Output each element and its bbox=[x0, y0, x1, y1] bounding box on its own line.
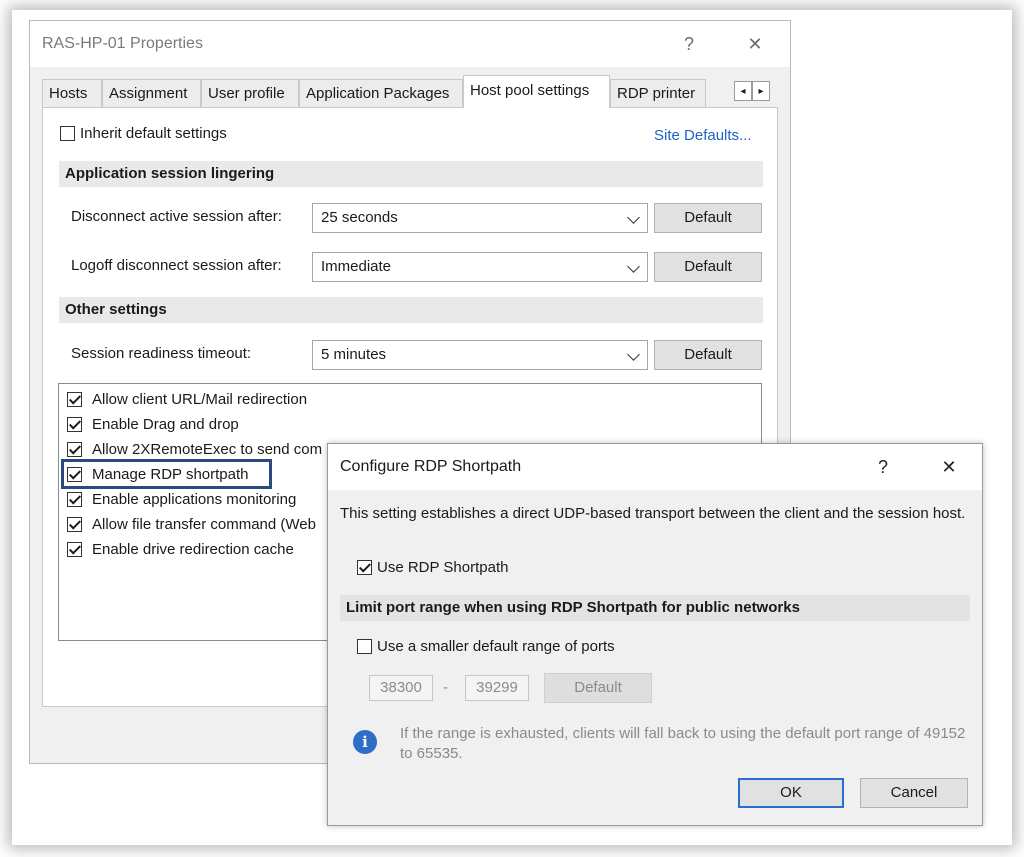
section-limit-port-range: Limit port range when using RDP Shortpat… bbox=[340, 595, 970, 621]
readiness-default-button[interactable]: Default bbox=[654, 340, 762, 370]
option-file-transfer[interactable]: Allow file transfer command (Web bbox=[92, 516, 316, 533]
readiness-value: 5 minutes bbox=[321, 346, 387, 363]
option-checkbox[interactable] bbox=[67, 392, 82, 407]
chevron-down-icon bbox=[627, 260, 640, 273]
use-rdp-shortpath-checkbox[interactable] bbox=[357, 560, 372, 575]
tab-scroll-right-icon[interactable]: ▸ bbox=[752, 81, 770, 101]
info-text: If the range is exhausted, clients will … bbox=[400, 725, 966, 762]
tab-rdp-printer[interactable]: RDP printer bbox=[610, 79, 706, 107]
info-icon: i bbox=[353, 730, 377, 754]
logoff-select[interactable]: Immediate bbox=[312, 252, 648, 282]
logoff-value: Immediate bbox=[321, 258, 392, 275]
chevron-down-icon bbox=[627, 211, 640, 224]
inherit-default-label: Inherit default settings bbox=[80, 125, 227, 142]
option-drag-and-drop[interactable]: Enable Drag and drop bbox=[92, 416, 239, 433]
dialog-description: This setting establishes a direct UDP-ba… bbox=[340, 505, 966, 522]
port-to-input[interactable]: 39299 bbox=[465, 675, 529, 701]
port-default-button[interactable]: Default bbox=[544, 673, 652, 703]
disconnect-select[interactable]: 25 seconds bbox=[312, 203, 648, 233]
window-titlebar: RAS-HP-01 Properties ? ✕ bbox=[30, 21, 790, 67]
ok-button[interactable]: OK bbox=[738, 778, 844, 808]
option-applications-monitoring[interactable]: Enable applications monitoring bbox=[92, 491, 296, 508]
tab-user-profile[interactable]: User profile bbox=[201, 79, 299, 107]
disconnect-value: 25 seconds bbox=[321, 209, 398, 226]
option-checkbox[interactable] bbox=[67, 542, 82, 557]
tab-host-pool-settings[interactable]: Host pool settings bbox=[463, 75, 610, 108]
smaller-range-label[interactable]: Use a smaller default range of ports bbox=[377, 638, 615, 655]
configure-rdp-shortpath-dialog: Configure RDP Shortpath ? ✕ This setting… bbox=[327, 443, 983, 826]
help-icon[interactable]: ? bbox=[674, 31, 704, 57]
dialog-help-icon[interactable]: ? bbox=[868, 454, 898, 480]
site-defaults-link[interactable]: Site Defaults... bbox=[654, 127, 752, 144]
section-other-settings: Other settings bbox=[59, 297, 763, 323]
option-url-mail-redirection[interactable]: Allow client URL/Mail redirection bbox=[92, 391, 307, 408]
option-checkbox[interactable] bbox=[67, 417, 82, 432]
port-range-separator: - bbox=[443, 679, 448, 696]
option-drive-redirection-cache[interactable]: Enable drive redirection cache bbox=[92, 541, 294, 558]
logoff-label: Logoff disconnect session after: bbox=[71, 257, 282, 274]
tab-assignment[interactable]: Assignment bbox=[102, 79, 201, 107]
option-checkbox[interactable] bbox=[67, 442, 82, 457]
section-session-lingering: Application session lingering bbox=[59, 161, 763, 187]
dialog-title: Configure RDP Shortpath bbox=[340, 458, 522, 475]
readiness-label: Session readiness timeout: bbox=[71, 345, 252, 362]
logoff-default-button[interactable]: Default bbox=[654, 252, 762, 282]
manage-rdp-shortpath-highlight bbox=[61, 459, 272, 489]
tab-hosts[interactable]: Hosts bbox=[42, 79, 102, 107]
cancel-button[interactable]: Cancel bbox=[860, 778, 968, 808]
dialog-close-icon[interactable]: ✕ bbox=[934, 454, 964, 480]
port-from-input[interactable]: 38300 bbox=[369, 675, 433, 701]
readiness-select[interactable]: 5 minutes bbox=[312, 340, 648, 370]
option-2xremoteexec[interactable]: Allow 2XRemoteExec to send com bbox=[92, 441, 322, 458]
disconnect-label: Disconnect active session after: bbox=[71, 208, 282, 225]
use-rdp-shortpath-label[interactable]: Use RDP Shortpath bbox=[377, 559, 508, 576]
inherit-default-checkbox[interactable] bbox=[60, 126, 75, 141]
chevron-down-icon bbox=[627, 348, 640, 361]
close-icon[interactable]: ✕ bbox=[740, 31, 770, 57]
option-checkbox[interactable] bbox=[67, 517, 82, 532]
dialog-titlebar: Configure RDP Shortpath ? ✕ bbox=[328, 444, 982, 490]
tab-application-packages[interactable]: Application Packages bbox=[299, 79, 463, 107]
option-checkbox[interactable] bbox=[67, 492, 82, 507]
tab-scroll-left-icon[interactable]: ◂ bbox=[734, 81, 752, 101]
window-title: RAS-HP-01 Properties bbox=[42, 35, 203, 52]
disconnect-default-button[interactable]: Default bbox=[654, 203, 762, 233]
smaller-range-checkbox[interactable] bbox=[357, 639, 372, 654]
